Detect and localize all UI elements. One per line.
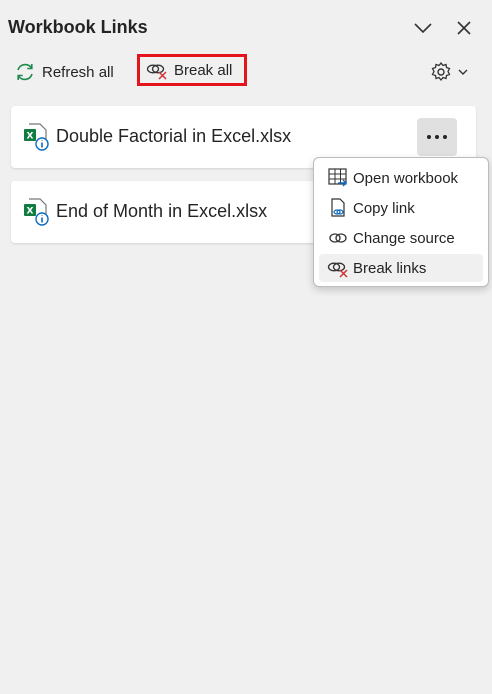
break-all-label: Break all: [174, 61, 233, 79]
more-icon: [427, 135, 447, 139]
refresh-all-button[interactable]: Refresh all: [14, 56, 114, 88]
open-workbook-icon: [328, 168, 347, 187]
change-source-icon: [329, 233, 347, 243]
menu-item-break-links[interactable]: Break links: [319, 254, 483, 282]
excel-link-file-icon: X: [24, 123, 49, 151]
menu-item-change-source[interactable]: Change source: [319, 224, 483, 252]
svg-text:X: X: [27, 132, 34, 142]
link-file-name: End of Month in Excel.xlsx: [56, 201, 268, 221]
svg-text:X: X: [27, 207, 34, 217]
menu-item-label: Break links: [353, 259, 427, 277]
break-link-icon: [146, 64, 167, 80]
menu-item-label: Change source: [353, 229, 455, 247]
excel-link-file-icon: X: [24, 198, 49, 226]
gear-icon: [431, 61, 451, 82]
menu-item-open-workbook[interactable]: Open workbook: [319, 164, 483, 192]
copy-link-icon: [331, 198, 345, 217]
link-context-menu: Open workbook Copy link Change source Br…: [313, 157, 489, 287]
toolbar: Refresh all Break all: [0, 54, 492, 92]
pane-title: Workbook Links: [8, 17, 148, 37]
link-file-name: Double Factorial in Excel.xlsx: [56, 126, 292, 146]
more-options-button[interactable]: [417, 118, 457, 156]
chevron-down-icon: [414, 23, 432, 34]
chevron-down-icon: [458, 69, 468, 75]
break-link-icon: [327, 262, 348, 278]
pane-header: Workbook Links: [0, 0, 492, 56]
refresh-all-label: Refresh all: [42, 63, 114, 81]
collapse-button[interactable]: [409, 14, 437, 42]
menu-item-label: Open workbook: [353, 169, 459, 187]
close-button[interactable]: [450, 14, 478, 42]
settings-button[interactable]: [430, 56, 468, 88]
menu-item-copy-link[interactable]: Copy link: [319, 194, 483, 222]
break-all-button[interactable]: Break all: [137, 54, 247, 86]
refresh-icon: [17, 63, 33, 81]
close-icon: [457, 21, 471, 35]
menu-item-label: Copy link: [353, 199, 415, 217]
